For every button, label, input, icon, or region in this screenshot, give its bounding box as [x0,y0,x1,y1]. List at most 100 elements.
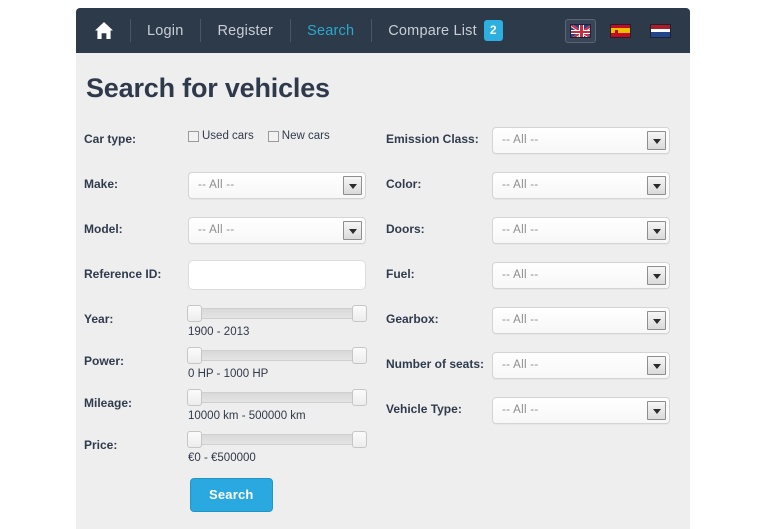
year-slider-min-handle[interactable] [187,305,202,322]
fuel-select-value: -- All -- [502,269,539,281]
flag-es-icon [610,23,631,38]
price-range-text: €0 - €500000 [188,452,256,464]
language-flag-nl-button[interactable] [645,19,676,43]
flag-gb-icon [570,23,591,38]
field-row-model: Model: -- All -- [84,212,374,257]
language-flag-es-button[interactable] [605,19,636,43]
doors-select[interactable]: -- All -- [492,217,670,244]
field-row-doors: Doors: -- All -- [386,212,682,257]
language-flag-gb-button[interactable] [565,18,596,43]
checkbox-used-cars[interactable]: Used cars [188,130,254,142]
gearbox-select[interactable]: -- All -- [492,307,670,334]
vehicle-type-label: Vehicle Type: [386,402,462,416]
field-row-number-of-seats: Number of seats: -- All -- [386,347,682,392]
nav-item-register-label: Register [217,22,274,39]
color-label: Color: [386,177,422,191]
power-range-slider[interactable] [187,347,367,364]
year-label: Year: [84,312,114,326]
power-label: Power: [84,354,125,368]
chevron-down-icon[interactable] [647,221,666,240]
page-root: Login Register Search Compare List 2 Sea… [0,0,763,529]
number-of-seats-label: Number of seats: [386,357,485,371]
year-range-slider[interactable] [187,305,367,322]
chevron-down-icon[interactable] [647,266,666,285]
checkbox-new-cars-label: New cars [281,130,330,142]
number-of-seats-select[interactable]: -- All -- [492,352,670,379]
power-slider-max-handle[interactable] [352,347,367,364]
price-slider-min-handle[interactable] [187,431,202,448]
checkbox-new-cars-box[interactable] [267,130,279,142]
field-row-make: Make: -- All -- [84,167,374,212]
chevron-down-icon[interactable] [647,356,666,375]
fuel-select[interactable]: -- All -- [492,262,670,289]
car-type-label: Car type: [84,132,137,146]
field-row-submit: Search [84,470,374,512]
price-range-slider[interactable] [187,431,367,448]
price-slider-max-handle[interactable] [352,431,367,448]
chevron-down-icon[interactable] [647,311,666,330]
nav-home-button[interactable] [76,8,130,53]
checkbox-new-cars[interactable]: New cars [267,130,330,142]
nav-item-login-label: Login [147,22,184,39]
reference-id-label: Reference ID: [84,267,162,281]
search-form-left-column: Car type: Used cars New cars Make: -- Al… [84,122,374,512]
checkbox-used-cars-box[interactable] [188,130,199,142]
compare-list-count-badge: 2 [483,20,503,41]
chevron-down-icon[interactable] [647,131,666,150]
gearbox-label: Gearbox: [386,312,439,326]
fuel-label: Fuel: [386,267,415,281]
emission-class-label: Emission Class: [386,132,479,146]
flag-nl-icon [650,23,671,38]
power-slider-min-handle[interactable] [187,347,202,364]
nav-item-search[interactable]: Search [290,8,371,53]
field-row-fuel: Fuel: -- All -- [386,257,682,302]
nav-item-search-label: Search [307,22,355,39]
mileage-range-text: 10000 km - 500000 km [188,410,306,422]
vehicle-type-select[interactable]: -- All -- [492,397,670,424]
car-type-checkbox-group: Used cars New cars [188,130,330,142]
search-form-right-column: Emission Class: -- All -- Color: -- All … [386,122,682,437]
model-label: Model: [84,222,123,236]
make-select[interactable]: -- All -- [188,172,366,199]
field-row-car-type: Car type: Used cars New cars [84,122,374,167]
nav-item-register[interactable]: Register [200,8,290,53]
navbar-links: Login Register Search Compare List 2 [76,8,520,53]
color-select[interactable]: -- All -- [492,172,670,199]
emission-class-select-value: -- All -- [502,134,539,146]
navbar: Login Register Search Compare List 2 [76,8,690,53]
mileage-slider-min-handle[interactable] [187,389,202,406]
field-row-mileage: Mileage: 10000 km - 500000 km [84,386,374,428]
mileage-label: Mileage: [84,396,133,410]
search-button[interactable]: Search [190,478,273,512]
gearbox-select-value: -- All -- [502,314,539,326]
doors-label: Doors: [386,222,425,236]
chevron-down-icon[interactable] [647,176,666,195]
year-range-text: 1900 - 2013 [188,326,250,338]
make-label: Make: [84,177,119,191]
language-switcher [565,18,690,43]
mileage-range-slider[interactable] [187,389,367,406]
page-title: Search for vehicles [86,73,330,103]
field-row-reference-id: Reference ID: [84,257,374,302]
model-select[interactable]: -- All -- [188,217,366,244]
field-row-emission-class: Emission Class: -- All -- [386,122,682,167]
chevron-down-icon[interactable] [343,221,362,240]
reference-id-input[interactable] [188,260,366,290]
nav-item-compare-list[interactable]: Compare List 2 [371,8,520,53]
field-row-price: Price: €0 - €500000 [84,428,374,470]
vehicle-type-select-value: -- All -- [502,404,539,416]
color-select-value: -- All -- [502,179,539,191]
field-row-power: Power: 0 HP - 1000 HP [84,344,374,386]
chevron-down-icon[interactable] [343,176,362,195]
year-slider-max-handle[interactable] [352,305,367,322]
emission-class-select[interactable]: -- All -- [492,127,670,154]
field-row-color: Color: -- All -- [386,167,682,212]
doors-select-value: -- All -- [502,224,539,236]
price-label: Price: [84,438,118,452]
power-range-text: 0 HP - 1000 HP [188,368,269,380]
field-row-year: Year: 1900 - 2013 [84,302,374,344]
mileage-slider-max-handle[interactable] [352,389,367,406]
nav-item-login[interactable]: Login [130,8,200,53]
model-select-value: -- All -- [198,224,235,236]
chevron-down-icon[interactable] [647,401,666,420]
